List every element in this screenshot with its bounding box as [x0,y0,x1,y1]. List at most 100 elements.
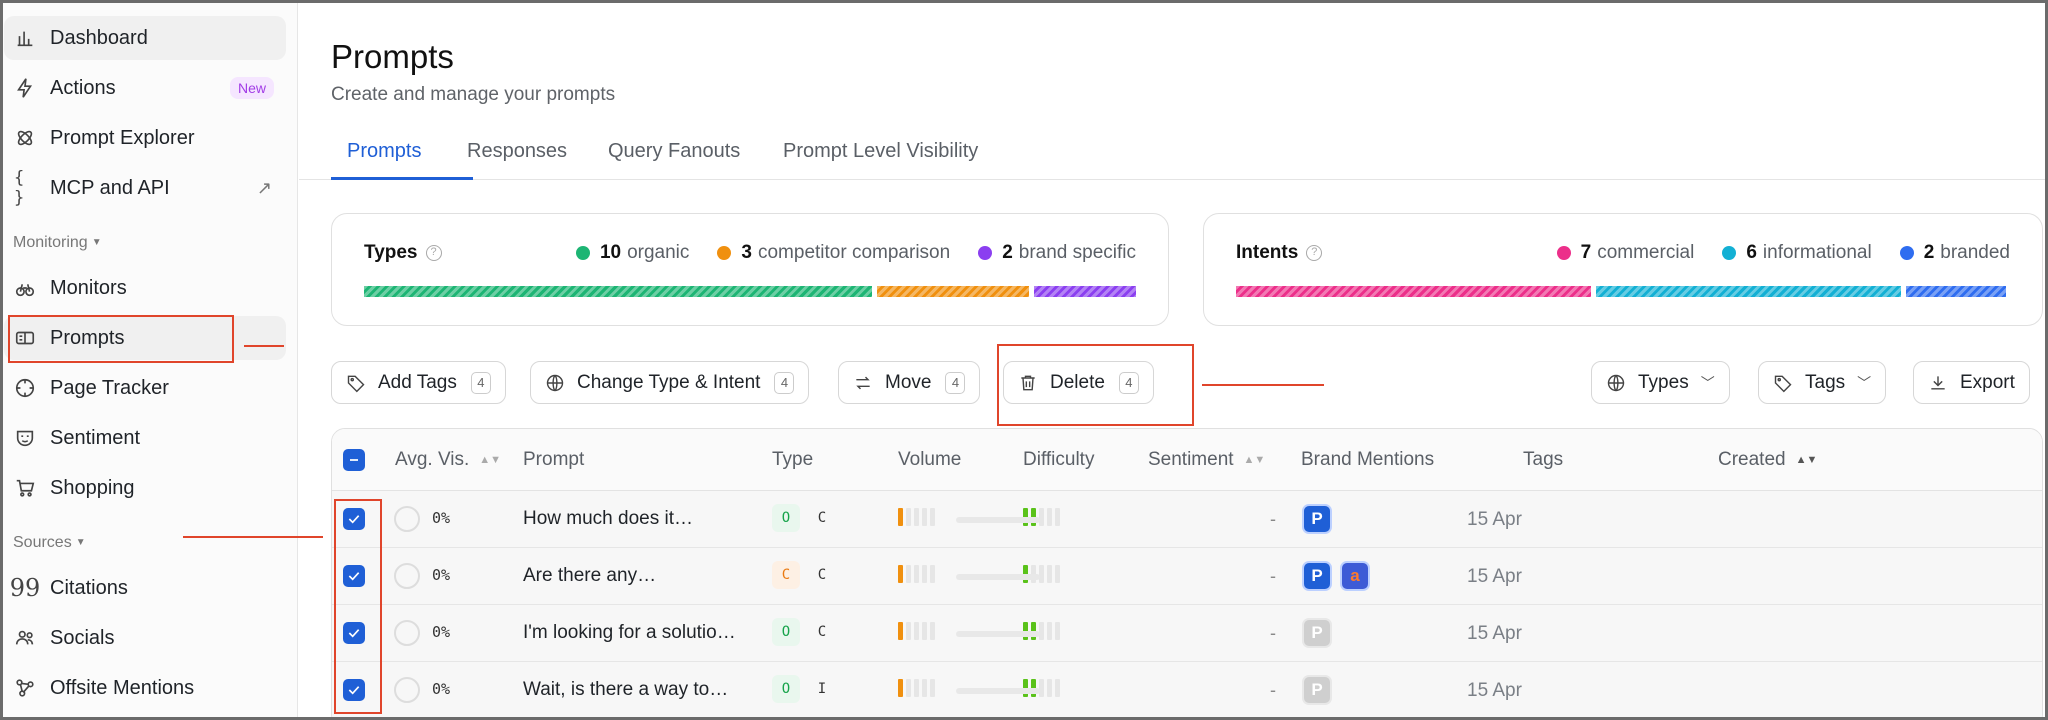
col-created[interactable]: Created ▲▼ [1718,449,1817,471]
section-label: Sources [13,534,72,551]
chevron-down-icon: ﹀ [1700,374,1715,391]
annotation-arrow-checkboxes [183,536,323,538]
sentiment-bar [956,688,1040,694]
sentiment-bar [956,574,1040,580]
created-date: 15 Apr [1467,623,1522,644]
sidebar-item-monitors[interactable]: Monitors [4,266,286,310]
tags-filter-button[interactable]: Tags ﹀ [1758,361,1887,404]
created-date: 15 Apr [1467,566,1522,587]
target-icon [14,377,36,399]
annotation-arrow-delete [1202,384,1324,386]
globe-icon [1607,374,1625,391]
selected-count: 4 [945,371,966,394]
new-badge: New [229,77,274,99]
intent-badge: I [817,681,827,697]
selected-count: 4 [774,371,795,394]
annotation-box-checkboxes [334,499,382,714]
tab-query-fanouts[interactable]: Query Fanouts [608,140,740,163]
prompt-text[interactable]: How much does it… [523,508,693,530]
prompt-text[interactable]: I'm looking for a solutio… [523,622,736,644]
volume-bars [898,622,935,640]
tab-responses[interactable]: Responses [467,140,567,163]
tags-value: - [1270,680,1276,700]
quote-icon: 99 [9,574,41,602]
section-sources[interactable]: Sources ▼ [13,534,86,552]
type-badge: O [772,504,800,532]
types-card: Types? 10 organic 3 competitor comparison … [331,213,1169,326]
legend-competitor: 3 competitor comparison [717,242,950,264]
annotation-box-delete [997,344,1194,426]
types-filter-button[interactable]: Types ﹀ [1591,361,1730,404]
col-type: Type [772,449,814,470]
network-icon [14,677,36,699]
tab-prompts[interactable]: Prompts [347,140,421,163]
help-icon[interactable]: ? [425,244,442,261]
export-button[interactable]: Export [1913,361,2030,404]
sidebar-item-actions[interactable]: Actions New [4,66,286,110]
sidebar-item-shopping[interactable]: Shopping [4,466,286,510]
external-link-icon: ↗ [256,178,272,198]
download-icon [1931,375,1945,390]
add-tags-button[interactable]: Add Tags 4 [331,361,506,404]
organic-segment [364,286,872,297]
brand-segment [1034,286,1136,297]
table-row[interactable]: 0% I'm looking for a solutio… O C P - 15… [332,605,2042,662]
col-avg-vis[interactable]: Avg. Vis. ▲▼ [395,449,501,471]
arrows-swap-icon [856,376,870,389]
intent-badge: C [817,510,827,526]
sidebar-item-dashboard[interactable]: Dashboard [4,16,286,60]
prompt-text[interactable]: Wait, is there a way to… [523,679,728,701]
chevron-down-icon: ﹀ [1857,374,1872,391]
created-date: 15 Apr [1467,680,1522,701]
sidebar-item-offsite-mentions[interactable]: Offsite Mentions [4,666,286,710]
type-badge: O [772,675,800,703]
bolt-icon [14,77,36,99]
intents-bar [1236,286,2006,297]
volume-bars [898,565,935,583]
sidebar-item-prompt-explorer[interactable]: Prompt Explorer [4,116,286,160]
table-row[interactable]: 0% Are there any… C C P a - 15 Apr [332,548,2042,605]
mask-icon [14,427,36,449]
section-monitoring[interactable]: Monitoring ▼ [13,234,102,252]
sidebar-item-sentiment[interactable]: Sentiment [4,416,286,460]
col-sentiment[interactable]: Sentiment ▲▼ [1148,449,1265,471]
prompt-text[interactable]: Are there any… [523,565,656,587]
tab-prompt-level-visibility[interactable]: Prompt Level Visibility [783,140,978,163]
users-icon [14,627,36,649]
tag-icon [347,375,365,392]
brand-p-logo: P [1302,561,1332,591]
intents-legend: 7 commercial 6 informational 2 branded [1556,242,2010,264]
help-icon[interactable]: ? [1306,244,1323,261]
move-button[interactable]: Move 4 [838,361,981,404]
table-row[interactable]: 0% How much does it… O C P - 15 Apr [332,491,2042,548]
atom-icon [14,127,36,149]
sidebar-item-label: Socials [50,626,115,649]
visibility-ring [394,677,420,703]
visibility-value: 0% [432,680,451,698]
sidebar-item-citations[interactable]: 99 Citations [4,566,286,610]
annotation-arrow-prompts [244,345,284,347]
visibility-ring [394,506,420,532]
types-title: Types? [364,242,442,264]
competitor-dot [717,246,732,260]
table-header: Avg. Vis. ▲▼ Prompt Type Volume Difficult… [332,429,2042,491]
types-bar [364,286,1136,297]
visibility-ring [394,563,420,589]
intents-title: Intents? [1236,242,1323,264]
change-type-intent-button[interactable]: Change Type & Intent 4 [530,361,810,404]
informational-dot [1722,246,1737,260]
sidebar-item-mcp-api[interactable]: { } MCP and API ↗ [4,166,286,210]
page-title: Prompts [331,38,454,75]
intents-card: Intents? 7 commercial 6 informational 2 bra… [1203,213,2043,326]
table-row[interactable]: 0% Wait, is there a way to… O I P - 15 A… [332,662,2042,719]
sort-icon: ▲▼ [479,453,502,466]
sidebar-item-page-tracker[interactable]: Page Tracker [4,366,286,410]
select-all-checkbox[interactable] [343,449,365,471]
volume-bars [898,508,935,526]
button-label: Change Type & Intent [577,371,761,393]
sentiment-bar [956,631,1040,637]
sidebar-item-label: Prompt Explorer [50,126,195,149]
annotation-box-prompts [8,315,234,363]
sidebar-item-socials[interactable]: Socials [4,616,286,660]
sidebar-item-label: Actions [50,76,116,99]
